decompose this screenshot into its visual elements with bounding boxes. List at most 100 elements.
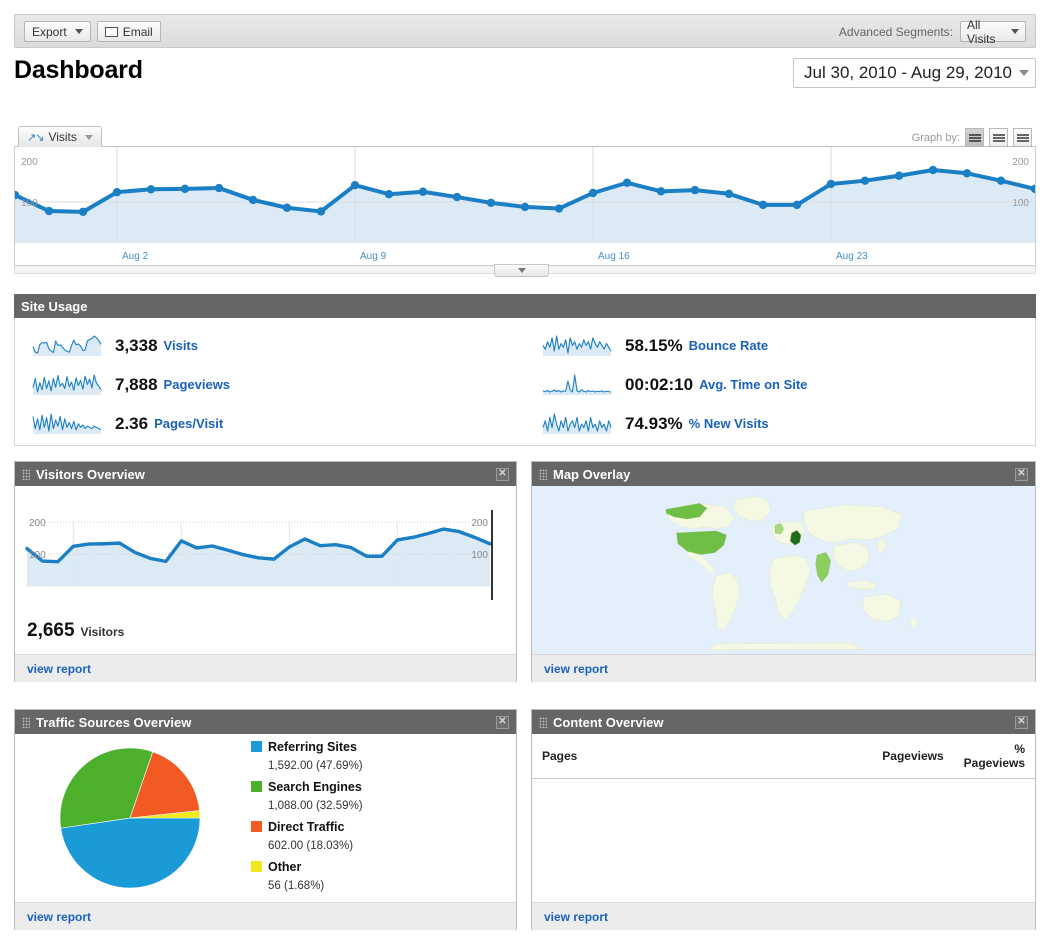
sparkline-icon: ↗↘ xyxy=(27,131,44,144)
traffic-sources-module: Traffic Sources Overview ✕ Referring Sit… xyxy=(14,709,517,930)
email-button-label: Email xyxy=(122,24,153,39)
pie-slice xyxy=(60,817,201,889)
svg-text:Aug 9: Aug 9 xyxy=(360,251,387,262)
visitors-stat-label: Visitors xyxy=(80,625,125,639)
visitors-overview-module: Visitors Overview ✕ 200 100 200 100 2,665 V… xyxy=(14,461,517,682)
column-header-pages[interactable]: Pages xyxy=(532,734,873,779)
site-usage-module: Site Usage xyxy=(14,294,1036,318)
graph-by-day-button[interactable] xyxy=(965,128,984,147)
svg-text:200: 200 xyxy=(471,518,488,529)
metric-label[interactable]: % New Visits xyxy=(689,416,769,431)
main-visits-chart-svg: 200 100 200 100 Aug 2 Aug 9 Aug 16 Aug 23 xyxy=(10,147,1040,262)
date-range-picker[interactable]: Jul 30, 2010 - Aug 29, 2010 xyxy=(793,58,1036,88)
content-overview-table: Pages Pageviews % Pageviews /83410.57%/2… xyxy=(532,734,1035,902)
metric-label[interactable]: Avg. Time on Site xyxy=(699,377,807,392)
cell-pageviews: 834 xyxy=(872,778,954,902)
svg-text:100: 100 xyxy=(21,198,38,209)
legend-label: Search Engines xyxy=(268,780,362,794)
legend-item: Referring Sites 1,592.00 (47.69%) xyxy=(251,738,516,774)
main-visits-chart[interactable]: 200 100 200 100 Aug 2 Aug 9 Aug 16 Aug 23 xyxy=(10,146,1040,266)
map-view-report-link[interactable]: view report xyxy=(532,654,1035,682)
metric-pageviews: 7,888 Pageviews xyxy=(23,365,525,404)
svg-text:200: 200 xyxy=(21,157,38,168)
table-row: /83410.57% xyxy=(532,778,1035,902)
metric-new-visits: 74.93% % New Visits xyxy=(533,404,1035,443)
metric-tab-label: Visits xyxy=(48,130,77,144)
legend-label: Direct Traffic xyxy=(268,820,345,834)
traffic-view-report-link[interactable]: view report xyxy=(15,902,516,930)
main-chart-module: ↗↘ Visits Graph by: 200 100 200 100 Aug 2 Aug… xyxy=(10,126,1040,277)
chevron-down-icon xyxy=(1011,29,1019,34)
traffic-sources-title: Traffic Sources Overview xyxy=(36,714,192,730)
site-usage-title: Site Usage xyxy=(21,298,88,314)
export-button[interactable]: Export xyxy=(24,21,91,42)
content-view-report-link[interactable]: view report xyxy=(532,902,1035,930)
email-button[interactable]: Email xyxy=(96,21,161,42)
metric-label[interactable]: Visits xyxy=(164,338,198,353)
close-icon[interactable]: ✕ xyxy=(496,467,509,481)
cell-page: / xyxy=(532,778,873,902)
traffic-sources-body: Referring Sites 1,592.00 (47.69%) Search… xyxy=(15,734,516,902)
chevron-down-icon xyxy=(74,29,83,34)
visitors-stat-value: 2,665 xyxy=(27,620,75,641)
legend-label: Other xyxy=(268,860,302,874)
metric-value: 74.93% xyxy=(625,413,683,433)
graph-by-group: Graph by: xyxy=(912,128,1032,147)
svg-text:200: 200 xyxy=(1012,157,1029,168)
svg-text:200: 200 xyxy=(29,518,46,529)
metric-label[interactable]: Bounce Rate xyxy=(689,338,768,353)
chevron-down-icon xyxy=(84,134,93,140)
column-header-pageviews[interactable]: Pageviews xyxy=(872,734,954,779)
site-usage-header: Site Usage xyxy=(14,294,1036,318)
advanced-segments-label: Advanced Segments: xyxy=(838,24,953,39)
visitors-view-report-link[interactable]: view report xyxy=(15,654,516,682)
traffic-sources-pie[interactable] xyxy=(56,744,204,892)
legend-swatch xyxy=(251,861,262,872)
cell-pct-pageviews: 10.57% xyxy=(953,778,1035,902)
graph-by-week-button[interactable] xyxy=(989,128,1008,147)
legend-swatch xyxy=(251,781,262,792)
drag-handle-icon[interactable] xyxy=(22,716,30,728)
legend-value: 56 (1.68%) xyxy=(268,880,325,892)
metric-tab-visits[interactable]: ↗↘ Visits xyxy=(18,126,102,147)
metric-label[interactable]: Pageviews xyxy=(164,377,231,392)
visitors-overview-title: Visitors Overview xyxy=(36,466,145,482)
close-icon[interactable]: ✕ xyxy=(1015,467,1028,481)
sparkline-visits xyxy=(32,334,102,356)
map-overlay-body[interactable] xyxy=(532,486,1035,654)
chart-expand-handle[interactable] xyxy=(494,264,549,277)
column-header-pct-pageviews[interactable]: % Pageviews xyxy=(953,734,1035,779)
site-usage-body: 3,338 Visits 7,888 Pageviews 2.36 Pages/… xyxy=(14,318,1036,446)
content-overview-module: Content Overview ✕ Pages Pageviews % Pag… xyxy=(531,709,1036,930)
traffic-sources-legend: Referring Sites 1,592.00 (47.69%) Search… xyxy=(245,738,516,898)
chevron-down-icon xyxy=(517,268,526,273)
world-map-svg xyxy=(615,486,952,654)
close-icon[interactable]: ✕ xyxy=(496,715,509,729)
map-overlay-header: Map Overlay ✕ xyxy=(532,462,1035,486)
title-row: Dashboard Jul 30, 2010 - Aug 29, 2010 xyxy=(0,52,1050,94)
metric-value: 00:02:10 xyxy=(625,374,694,394)
legend-swatch xyxy=(251,821,262,832)
legend-label: Referring Sites xyxy=(268,740,357,754)
legend-value: 602.00 (18.03%) xyxy=(268,840,354,852)
drag-handle-icon[interactable] xyxy=(539,716,547,728)
svg-text:100: 100 xyxy=(1012,198,1029,209)
legend-item: Direct Traffic 602.00 (18.03%) xyxy=(251,818,516,854)
page-title: Dashboard xyxy=(14,56,143,84)
advanced-segments-value: All Visits xyxy=(967,17,996,46)
metric-bounce-rate: 58.15% Bounce Rate xyxy=(533,326,1035,365)
advanced-segments-select[interactable]: All Visits xyxy=(960,18,1026,46)
drag-handle-icon[interactable] xyxy=(22,468,30,480)
metric-value: 3,338 xyxy=(115,335,158,355)
export-button-label: Export xyxy=(32,24,67,39)
svg-text:Aug 23: Aug 23 xyxy=(836,251,868,262)
drag-handle-icon[interactable] xyxy=(539,468,547,480)
metric-label[interactable]: Pages/Visit xyxy=(154,416,223,431)
graph-by-month-button[interactable] xyxy=(1013,128,1032,147)
site-usage-column-right: 58.15% Bounce Rate 00:02:10 Avg. Time on… xyxy=(525,326,1035,443)
toolbar-right-group: Advanced Segments: All Visits xyxy=(838,18,1026,46)
chevron-down-icon xyxy=(1019,70,1029,76)
content-overview-header: Content Overview ✕ xyxy=(532,710,1035,734)
close-icon[interactable]: ✕ xyxy=(1015,715,1028,729)
traffic-sources-header: Traffic Sources Overview ✕ xyxy=(15,710,516,734)
